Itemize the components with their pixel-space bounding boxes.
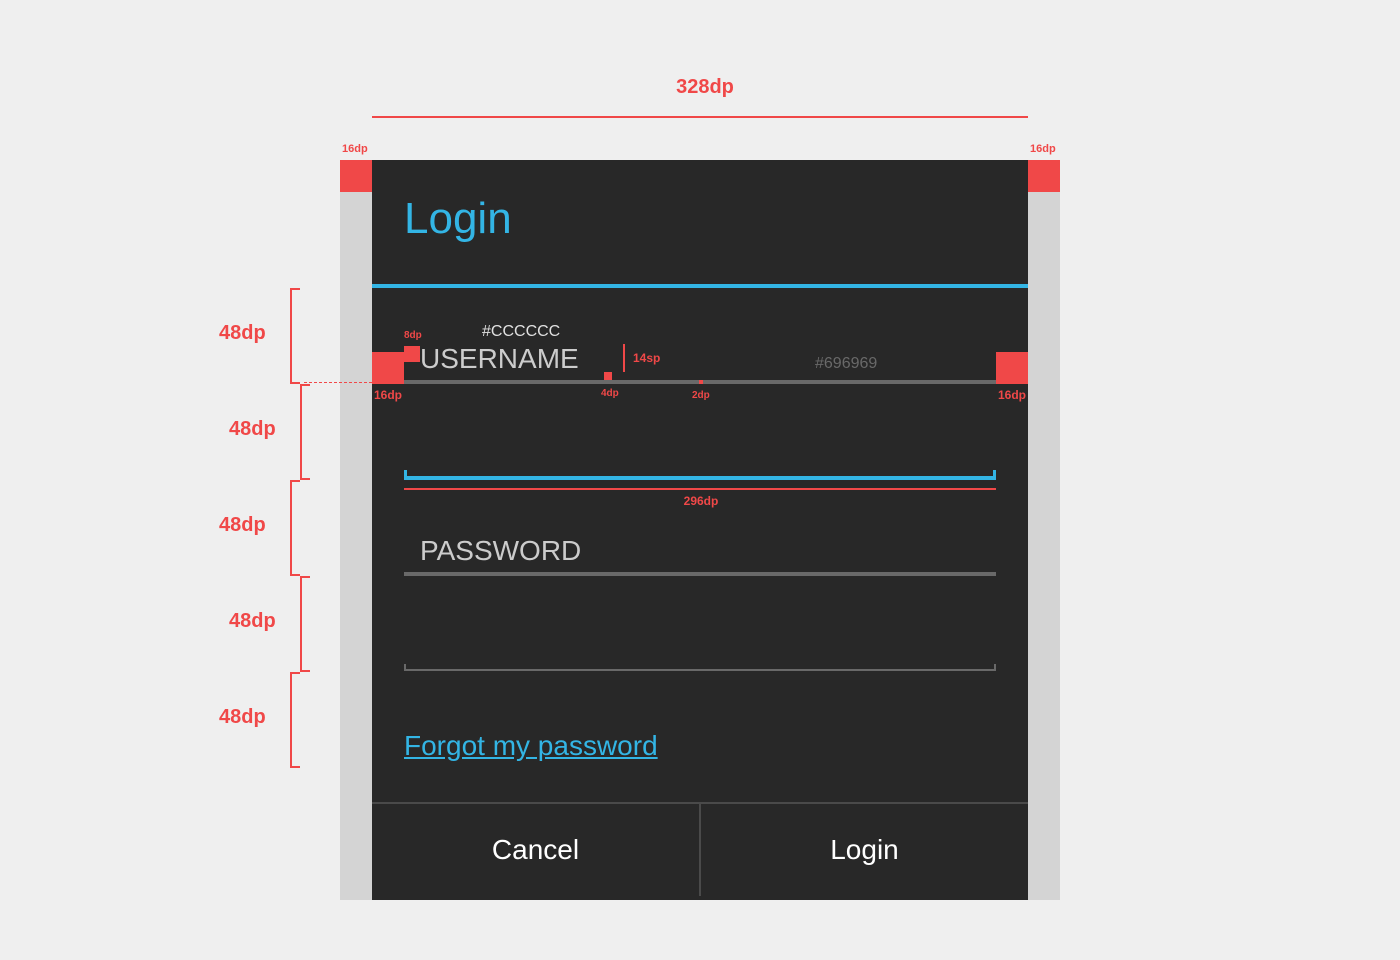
padding-marker-field-left <box>372 352 404 384</box>
row-height-bracket <box>290 480 300 576</box>
gap-marker <box>604 372 612 380</box>
gap-annotation: 4dp <box>601 388 619 399</box>
text-size-measure-tick <box>623 344 625 372</box>
padding-label-field-right: 16dp <box>998 388 1027 402</box>
row-height-label: 48dp <box>229 418 276 440</box>
row-height-label: 48dp <box>219 322 266 344</box>
padding-marker-top-right <box>1028 160 1060 192</box>
dialog-width-annotation: 328dp <box>676 76 734 98</box>
dialog-title: Login <box>404 194 512 243</box>
label-offset-annotation: 8dp <box>404 330 422 341</box>
row-height-bracket <box>300 384 310 480</box>
padding-marker-field-right <box>996 352 1028 384</box>
empty-field-tick-left <box>404 664 406 670</box>
empty-field-underline[interactable] <box>404 669 996 671</box>
padding-label-top-right: 16dp <box>1030 143 1056 155</box>
focused-field-tick-right <box>993 470 996 478</box>
focused-field-tick-left <box>404 470 407 478</box>
row-height-label: 48dp <box>219 514 266 536</box>
empty-field-tick-right <box>994 664 996 670</box>
padding-marker-top-left <box>340 160 372 192</box>
field-width-measure-line <box>404 488 996 490</box>
row-height-bracket <box>300 576 310 672</box>
baseline-dashed-guide <box>304 382 372 383</box>
password-underline <box>404 572 996 576</box>
underline-color-annotation: #696969 <box>815 355 878 372</box>
username-field[interactable]: USERNAME <box>420 343 579 375</box>
field-width-annotation: 296dp <box>683 494 719 508</box>
row-height-label: 48dp <box>219 706 266 728</box>
text-color-annotation: #CCCCCC <box>482 323 561 340</box>
title-divider <box>372 284 1028 288</box>
padding-label-field-left: 16dp <box>374 388 403 402</box>
row-height-label: 48dp <box>229 610 276 632</box>
login-dialog <box>372 160 1028 900</box>
row-height-bracket <box>290 672 300 768</box>
text-size-annotation: 14sp <box>633 351 661 365</box>
line-thickness-annotation: 2dp <box>692 390 710 401</box>
forgot-password-link[interactable]: Forgot my password <box>404 730 658 762</box>
label-offset-marker <box>404 346 420 362</box>
padding-label-top-left: 16dp <box>342 143 368 155</box>
cancel-button[interactable]: Cancel <box>372 804 699 896</box>
line-thickness-marker <box>699 380 703 384</box>
left-margin-strip <box>340 160 372 900</box>
dialog-width-measure-line <box>372 116 1028 118</box>
focused-field-underline[interactable] <box>404 476 996 480</box>
row-height-bracket <box>290 288 300 384</box>
right-margin-strip <box>1028 160 1060 900</box>
login-button[interactable]: Login <box>701 804 1028 896</box>
password-field[interactable]: PASSWORD <box>420 535 581 567</box>
